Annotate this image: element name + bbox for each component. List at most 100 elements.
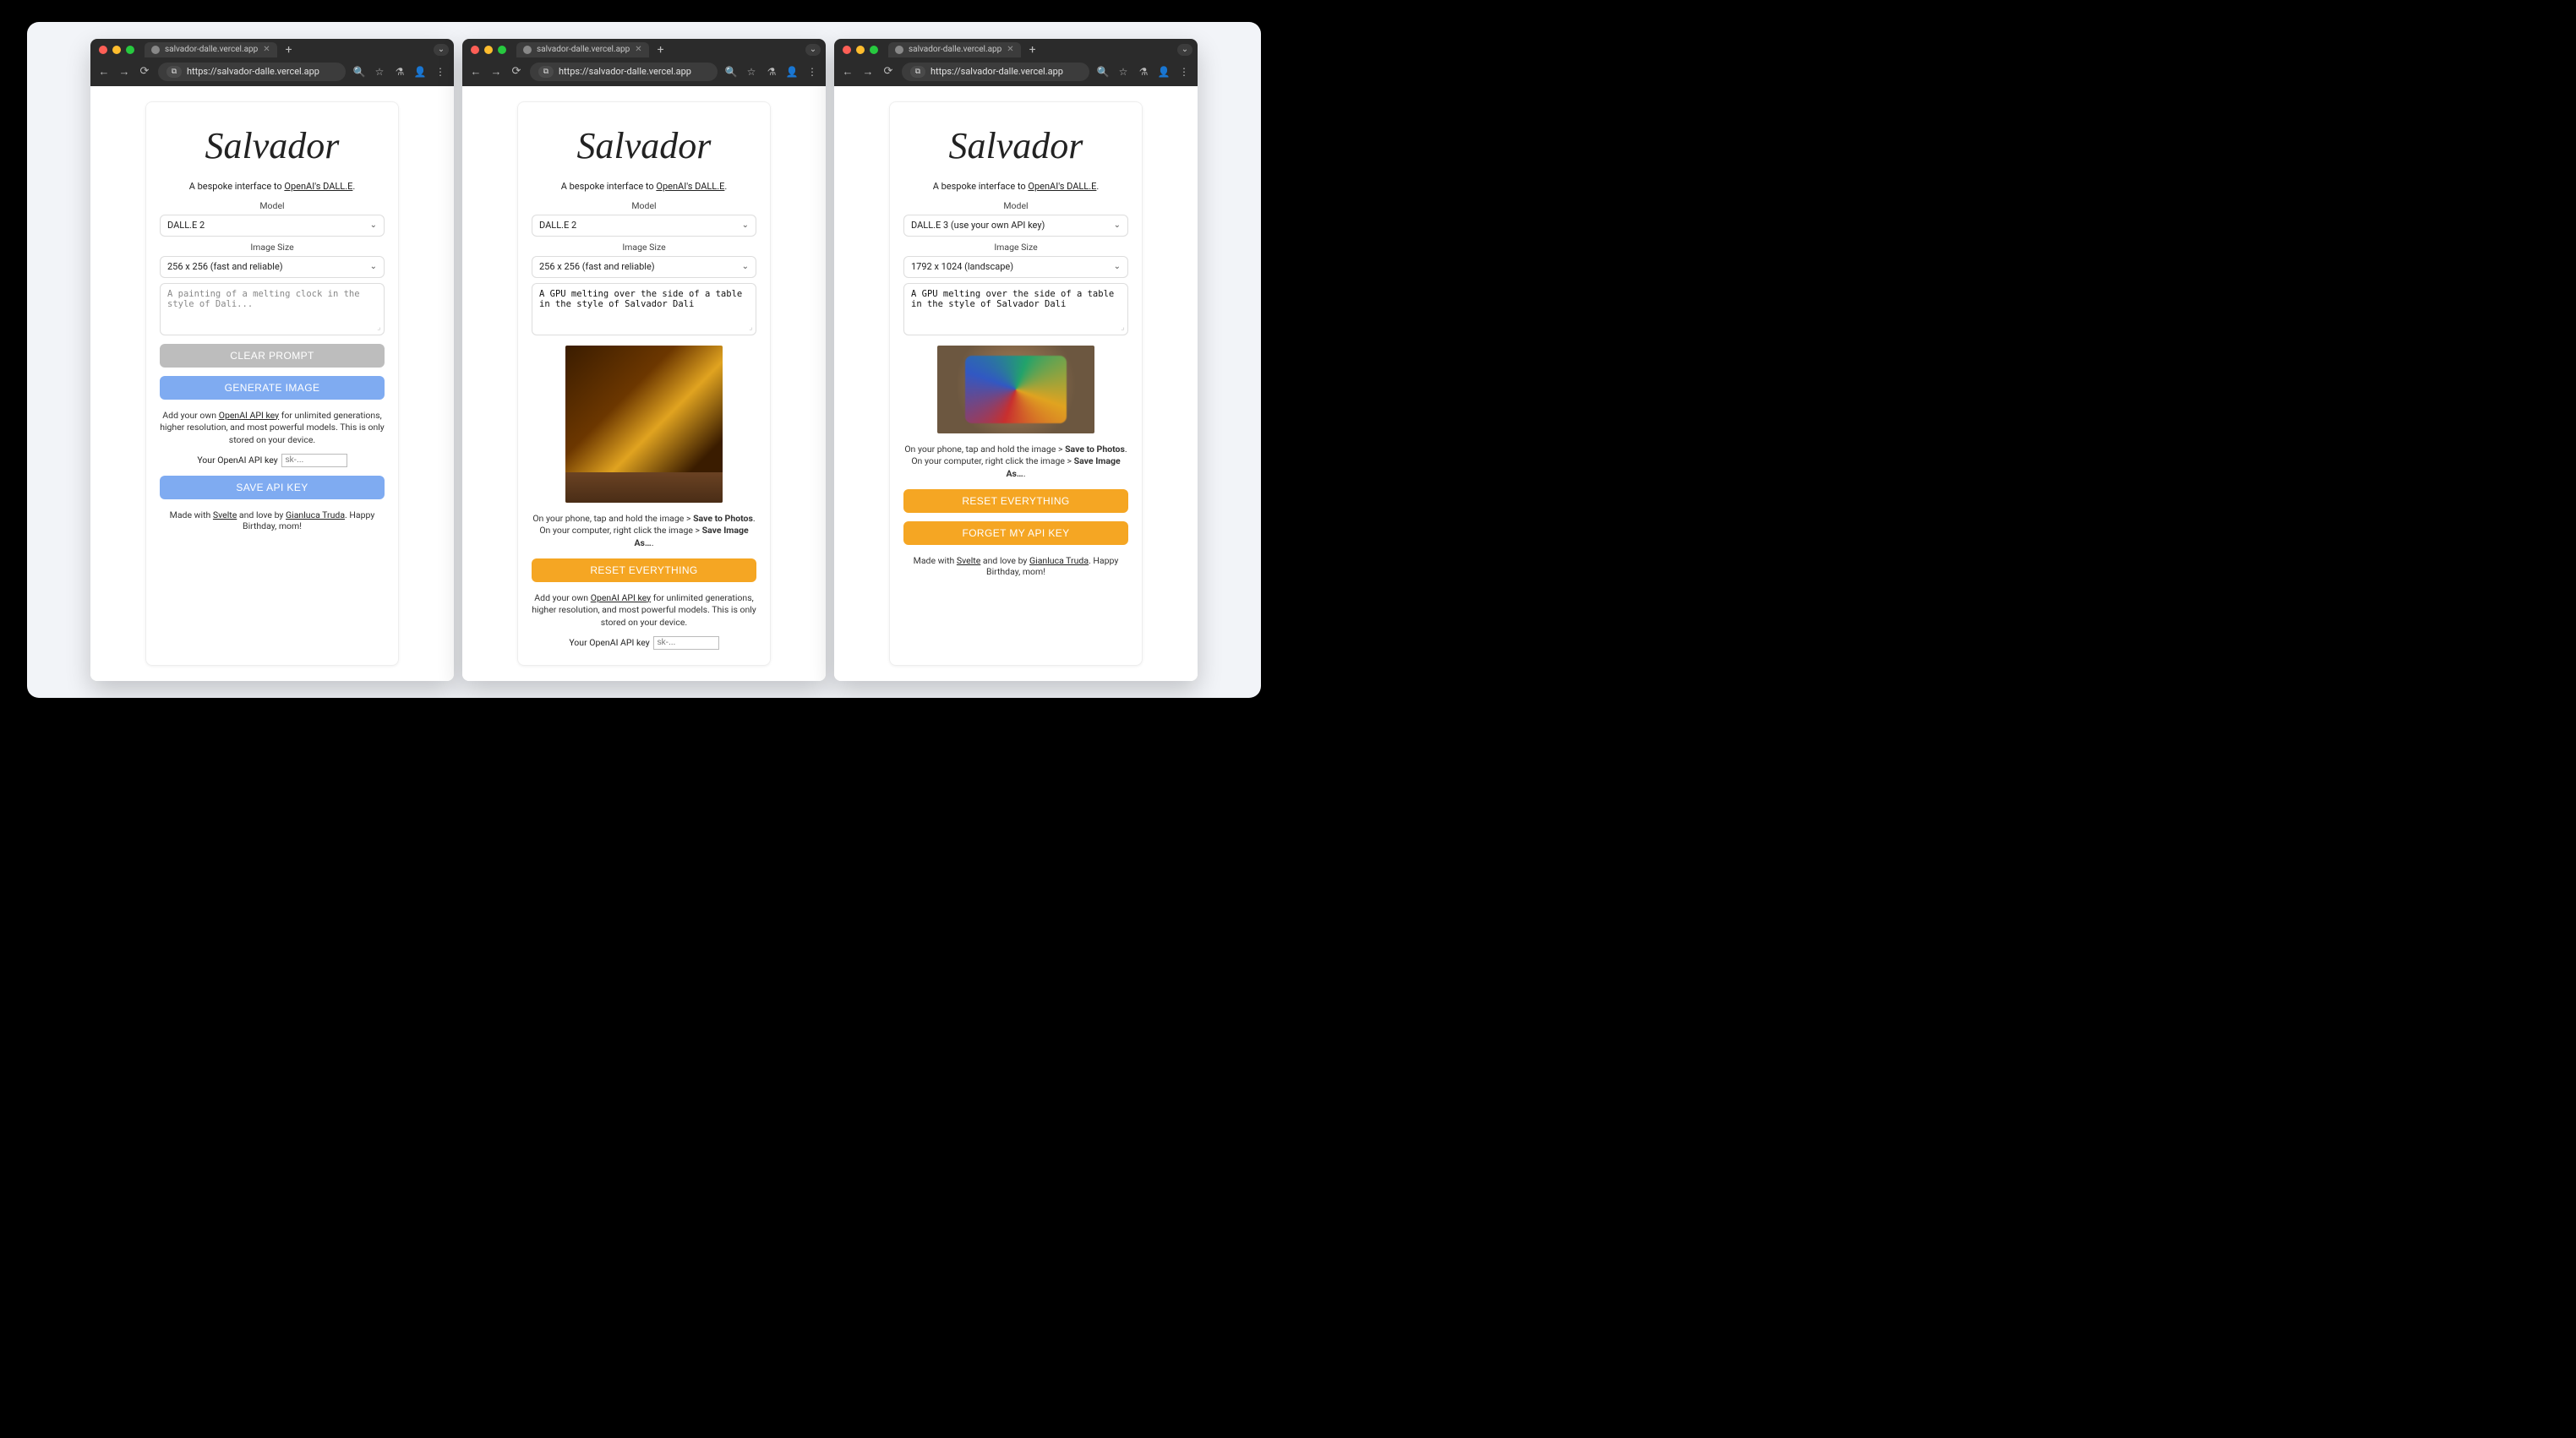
new-tab-button[interactable]: + <box>654 44 668 56</box>
browser-chrome: salvador-dalle.vercel.app ✕ + ⌄ ← → ⟳ ⧉ … <box>90 39 454 86</box>
chevron-down-icon: ⌄ <box>370 221 377 230</box>
address-bar[interactable]: ⧉ https://salvador-dalle.vercel.app <box>530 63 718 81</box>
prompt-textarea[interactable]: A GPU melting over the side of a table i… <box>903 283 1128 335</box>
generate-image-button[interactable]: GENERATE IMAGE <box>160 376 385 400</box>
zoom-icon[interactable]: 🔍 <box>724 66 738 78</box>
labs-icon[interactable]: ⚗ <box>393 66 407 78</box>
close-window-icon[interactable] <box>843 46 851 54</box>
bookmark-icon[interactable]: ☆ <box>745 66 758 78</box>
maximize-window-icon[interactable] <box>126 46 134 54</box>
image-size-label: Image Size <box>160 242 385 253</box>
labs-icon[interactable]: ⚗ <box>1137 66 1150 78</box>
app-card: Salvador A bespoke interface to OpenAI's… <box>145 101 399 666</box>
author-link[interactable]: Gianluca Truda <box>286 509 345 520</box>
resize-handle-icon[interactable]: ⌟ <box>1121 324 1125 332</box>
image-size-value: 1792 x 1024 (landscape) <box>911 261 1013 272</box>
site-info-icon[interactable]: ⧉ <box>910 66 925 78</box>
window-controls[interactable] <box>471 46 506 54</box>
generated-image[interactable] <box>565 346 723 503</box>
tabs-overflow-button[interactable]: ⌄ <box>434 44 449 56</box>
chevron-down-icon: ⌄ <box>1114 262 1121 271</box>
clear-prompt-button[interactable]: CLEAR PROMPT <box>160 344 385 368</box>
image-size-select[interactable]: 256 x 256 (fast and reliable) ⌄ <box>532 256 756 278</box>
dalle-link[interactable]: OpenAI's DALL.E <box>656 181 724 192</box>
model-label: Model <box>903 200 1128 211</box>
zoom-icon[interactable]: 🔍 <box>352 66 366 78</box>
save-api-key-button[interactable]: SAVE API KEY <box>160 476 385 499</box>
openai-api-key-link[interactable]: OpenAI API key <box>591 592 651 603</box>
forget-api-key-button[interactable]: FORGET MY API KEY <box>903 521 1128 545</box>
new-tab-button[interactable]: + <box>282 44 296 56</box>
model-select[interactable]: DALL.E 3 (use your own API key) ⌄ <box>903 215 1128 237</box>
image-size-select[interactable]: 1792 x 1024 (landscape) ⌄ <box>903 256 1128 278</box>
close-window-icon[interactable] <box>99 46 107 54</box>
prompt-textarea[interactable]: A GPU melting over the side of a table i… <box>532 283 756 335</box>
profile-icon[interactable]: 👤 <box>413 66 427 78</box>
address-bar[interactable]: ⧉ https://salvador-dalle.vercel.app <box>902 63 1089 81</box>
resize-handle-icon[interactable]: ⌟ <box>749 324 753 332</box>
new-tab-button[interactable]: + <box>1026 44 1040 56</box>
image-size-select[interactable]: 256 x 256 (fast and reliable) ⌄ <box>160 256 385 278</box>
labs-icon[interactable]: ⚗ <box>765 66 778 78</box>
maximize-window-icon[interactable] <box>498 46 506 54</box>
dalle-link[interactable]: OpenAI's DALL.E <box>284 181 352 192</box>
back-button[interactable]: ← <box>97 65 111 79</box>
window-controls[interactable] <box>99 46 134 54</box>
minimize-window-icon[interactable] <box>484 46 493 54</box>
browser-tab[interactable]: salvador-dalle.vercel.app ✕ <box>145 42 277 57</box>
back-button[interactable]: ← <box>469 65 483 79</box>
author-link[interactable]: Gianluca Truda <box>1029 555 1089 566</box>
api-key-input[interactable] <box>281 454 347 467</box>
image-size-label: Image Size <box>532 242 756 253</box>
dalle-link[interactable]: OpenAI's DALL.E <box>1028 181 1096 192</box>
prompt-textarea[interactable]: A painting of a melting clock in the sty… <box>160 283 385 335</box>
reload-button[interactable]: ⟳ <box>510 65 523 79</box>
close-tab-icon[interactable]: ✕ <box>1007 45 1013 54</box>
image-size-label: Image Size <box>903 242 1128 253</box>
tabs-overflow-button[interactable]: ⌄ <box>805 44 821 56</box>
reset-everything-button[interactable]: RESET EVERYTHING <box>532 558 756 582</box>
browser-tab[interactable]: salvador-dalle.vercel.app ✕ <box>888 42 1021 57</box>
chevron-down-icon: ⌄ <box>742 262 749 271</box>
close-tab-icon[interactable]: ✕ <box>635 45 641 54</box>
maximize-window-icon[interactable] <box>870 46 878 54</box>
openai-api-key-link[interactable]: OpenAI API key <box>219 410 279 421</box>
bookmark-icon[interactable]: ☆ <box>1116 66 1130 78</box>
favicon-icon <box>151 46 160 54</box>
minimize-window-icon[interactable] <box>112 46 121 54</box>
model-select[interactable]: DALL.E 2 ⌄ <box>532 215 756 237</box>
image-size-value: 256 x 256 (fast and reliable) <box>167 261 283 272</box>
menu-icon[interactable]: ⋮ <box>805 66 819 78</box>
api-key-input[interactable] <box>653 636 719 650</box>
back-button[interactable]: ← <box>841 65 854 79</box>
image-size-value: 256 x 256 (fast and reliable) <box>539 261 655 272</box>
svelte-link[interactable]: Svelte <box>957 555 980 566</box>
menu-icon[interactable]: ⋮ <box>434 66 447 78</box>
profile-icon[interactable]: 👤 <box>785 66 799 78</box>
bookmark-icon[interactable]: ☆ <box>373 66 386 78</box>
model-select[interactable]: DALL.E 2 ⌄ <box>160 215 385 237</box>
site-info-icon[interactable]: ⧉ <box>166 66 182 78</box>
forward-button[interactable]: → <box>117 65 131 79</box>
reload-button[interactable]: ⟳ <box>138 65 151 79</box>
browser-tab[interactable]: salvador-dalle.vercel.app ✕ <box>516 42 649 57</box>
close-window-icon[interactable] <box>471 46 479 54</box>
window-controls[interactable] <box>843 46 878 54</box>
forward-button[interactable]: → <box>861 65 875 79</box>
reload-button[interactable]: ⟳ <box>881 65 895 79</box>
close-tab-icon[interactable]: ✕ <box>263 45 270 54</box>
reset-everything-button[interactable]: RESET EVERYTHING <box>903 489 1128 513</box>
profile-icon[interactable]: 👤 <box>1157 66 1171 78</box>
tab-title: salvador-dalle.vercel.app <box>165 45 258 54</box>
zoom-icon[interactable]: 🔍 <box>1096 66 1110 78</box>
minimize-window-icon[interactable] <box>856 46 865 54</box>
svelte-link[interactable]: Svelte <box>213 509 237 520</box>
resize-handle-icon[interactable]: ⌟ <box>377 324 381 332</box>
generated-image[interactable] <box>937 346 1094 433</box>
menu-icon[interactable]: ⋮ <box>1177 66 1191 78</box>
prompt-placeholder: A painting of a melting clock in the sty… <box>167 289 360 309</box>
tabs-overflow-button[interactable]: ⌄ <box>1177 44 1192 56</box>
site-info-icon[interactable]: ⧉ <box>538 66 554 78</box>
address-bar[interactable]: ⧉ https://salvador-dalle.vercel.app <box>158 63 346 81</box>
forward-button[interactable]: → <box>489 65 503 79</box>
